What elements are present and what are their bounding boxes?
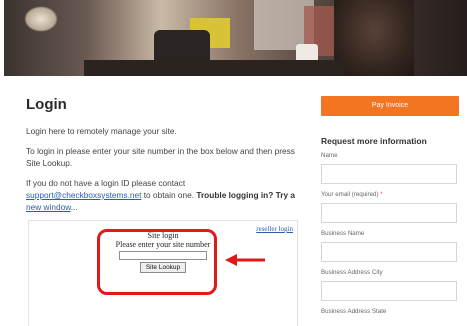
annotation-highlight-box: [97, 229, 217, 295]
hero-table: [84, 60, 344, 76]
pay-invoice-button[interactable]: Pay Invoice: [321, 96, 459, 116]
no-id-mid-text: to obtain one.: [143, 190, 195, 200]
no-id-text: If you do not have a login ID please con…: [26, 178, 186, 188]
name-field[interactable]: [321, 164, 457, 184]
field-label-business-city: Business Address City: [321, 269, 383, 276]
login-iframe: reseller login Site login Please enter y…: [28, 220, 298, 326]
field-label-business-name: Business Name: [321, 230, 365, 237]
sidebar: Pay Invoice Request more information Nam…: [321, 96, 459, 320]
hero-person: [334, 0, 414, 76]
email-field[interactable]: [321, 203, 457, 223]
field-label-email: Your email (required) *: [321, 191, 383, 198]
hero-photo: [4, 0, 467, 76]
support-email-link[interactable]: support@checkboxsystems.net: [26, 190, 141, 200]
trouble-text: Trouble logging in? Try a: [196, 190, 295, 200]
required-mark: *: [380, 191, 383, 198]
new-window-link[interactable]: new window: [26, 202, 71, 212]
right-pointing-arrow-icon: [225, 254, 265, 266]
field-label-name: Name: [321, 152, 338, 159]
page-title: Login: [26, 96, 67, 113]
request-info-title: Request more information: [321, 136, 427, 146]
business-city-field[interactable]: [321, 281, 457, 301]
hero-lamp: [24, 6, 58, 32]
login-content: Login Login here to remotely manage your…: [26, 96, 298, 221]
business-name-field[interactable]: [321, 242, 457, 262]
login-help: If you do not have a login ID please con…: [26, 177, 298, 213]
login-instructions: To login in please enter your site numbe…: [26, 146, 295, 168]
field-label-business-state: Business Address State: [321, 308, 387, 315]
new-window-suffix: ...: [70, 202, 78, 212]
login-intro: Login here to remotely manage your site.: [26, 126, 177, 136]
